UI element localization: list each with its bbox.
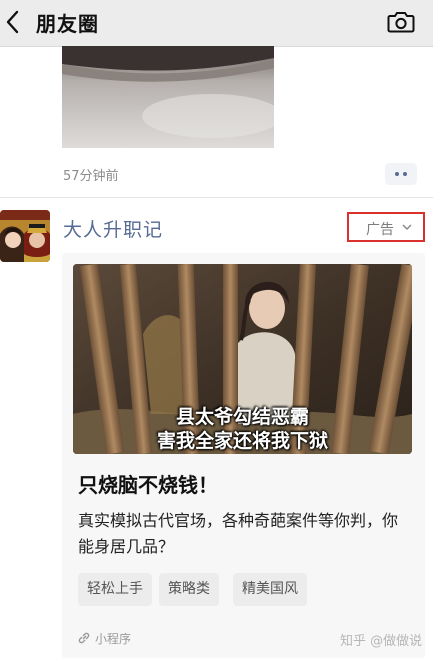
ad-description: 真实模拟古代官场，各种奇葩案件等你判，你能身居几品？ <box>78 511 399 556</box>
ad-image-caption-line1: 县太爷勾结恶霸 <box>175 406 309 428</box>
ad-label-button[interactable]: 广告 <box>347 212 425 242</box>
previous-post-photo[interactable] <box>62 46 274 148</box>
top-nav-bar: 朋友圈 <box>0 0 433 47</box>
page-title: 朋友圈 <box>36 12 99 36</box>
tag-chip[interactable]: 策略类 <box>159 573 219 606</box>
chevron-down-icon <box>402 224 412 231</box>
mini-program-label[interactable]: 小程序 <box>95 630 131 647</box>
chevron-left-icon <box>6 10 19 34</box>
advertiser-name[interactable]: 大人升职记 <box>63 215 163 242</box>
camera-icon <box>387 12 415 33</box>
camera-button[interactable] <box>384 6 418 38</box>
ad-image-caption-line2: 害我全家还将我下狱 <box>156 430 328 452</box>
tag-chip[interactable]: 精美国风 <box>233 573 307 606</box>
more-dots-icon <box>395 172 399 176</box>
ad-card[interactable]: 县太爷勾结恶霸 害我全家还将我下狱 只烧脑不烧钱！ 真实模拟古代官场，各种奇葩案… <box>62 253 425 658</box>
watermark: 知乎 @做做说 <box>340 634 423 649</box>
post-divider <box>0 197 433 198</box>
tag-chip[interactable]: 轻松上手 <box>78 573 152 606</box>
more-actions-button[interactable] <box>385 163 417 185</box>
avatar[interactable] <box>0 210 50 262</box>
back-button[interactable] <box>2 6 30 38</box>
ad-label: 广告 <box>366 222 394 238</box>
ad-image[interactable]: 县太爷勾结恶霸 害我全家还将我下狱 <box>73 264 412 454</box>
ad-headline: 只烧脑不烧钱！ <box>78 473 218 497</box>
post-timestamp: 57分钟前 <box>63 169 119 184</box>
link-icon <box>78 632 90 644</box>
